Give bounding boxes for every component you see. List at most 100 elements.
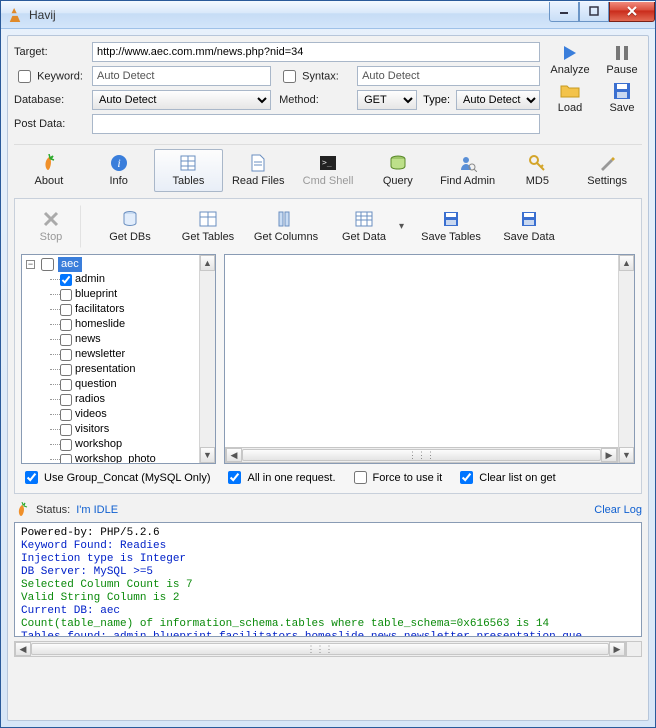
tree-item-label: admin: [75, 272, 105, 287]
log-line: Count(table_name) of information_schema.…: [21, 618, 635, 631]
tree-item[interactable]: visitors: [50, 422, 213, 437]
tree-item-checkbox[interactable]: [60, 349, 72, 361]
tab-cmdshell[interactable]: >_Cmd Shell: [293, 149, 363, 192]
getcolumns-button[interactable]: Get Columns: [247, 205, 325, 248]
folder-open-icon: [559, 80, 581, 102]
tree-item-checkbox[interactable]: [60, 304, 72, 316]
savedata-button[interactable]: Save Data: [490, 205, 568, 248]
tab-md5[interactable]: MD5: [502, 149, 572, 192]
tab-query[interactable]: Query: [363, 149, 433, 192]
tree-item-checkbox[interactable]: [60, 334, 72, 346]
tree-item[interactable]: videos: [50, 407, 213, 422]
type-select[interactable]: Auto Detect: [456, 90, 540, 110]
tab-tables[interactable]: Tables: [154, 149, 224, 192]
db-tree[interactable]: − aec adminblueprintfacilitatorshomeslid…: [22, 255, 215, 463]
gettables-button[interactable]: Get Tables: [169, 205, 247, 248]
tree-item[interactable]: homeslide: [50, 317, 213, 332]
getdata-button[interactable]: Get Data: [325, 205, 403, 248]
log-line: Valid String Column is 2: [21, 592, 635, 605]
tree-item-checkbox[interactable]: [60, 274, 72, 286]
tree-item-label: newsletter: [75, 347, 125, 362]
tree-item[interactable]: workshop: [50, 437, 213, 452]
tree-item[interactable]: newsletter: [50, 347, 213, 362]
syntax-label: Syntax:: [279, 67, 349, 86]
status-bar: Status: I'm IDLE Clear Log: [14, 502, 642, 518]
tab-readfiles[interactable]: Read Files: [223, 149, 293, 192]
tree-item-checkbox[interactable]: [60, 454, 72, 464]
force-option[interactable]: Force to use it: [350, 468, 443, 487]
tree-item-label: workshop: [75, 437, 122, 452]
postdata-label: Post Data:: [14, 118, 84, 130]
clear-log-link[interactable]: Clear Log: [594, 504, 642, 516]
table-icon: [198, 209, 218, 229]
tree-item-checkbox[interactable]: [60, 364, 72, 376]
scroll-left-icon[interactable]: ◀: [226, 448, 242, 462]
syntax-input[interactable]: [357, 66, 540, 86]
tab-info[interactable]: iInfo: [84, 149, 154, 192]
tree-item-checkbox[interactable]: [60, 439, 72, 451]
stop-button[interactable]: Stop: [21, 205, 81, 248]
keyword-input[interactable]: [92, 66, 271, 86]
scroll-up-icon[interactable]: ▲: [619, 255, 634, 271]
method-select[interactable]: GET: [357, 90, 417, 110]
db-root-checkbox[interactable]: [41, 258, 54, 271]
tab-findadmin[interactable]: Find Admin: [433, 149, 503, 192]
log-line: DB Server: MySQL >=5: [21, 566, 635, 579]
tree-item[interactable]: radios: [50, 392, 213, 407]
resize-grip[interactable]: [626, 641, 642, 657]
minimize-button[interactable]: [549, 2, 579, 22]
group-concat-option[interactable]: Use Group_Concat (MySQL Only): [21, 468, 210, 487]
target-input[interactable]: [92, 42, 540, 62]
pause-button[interactable]: Pause: [602, 42, 642, 76]
maximize-button[interactable]: [579, 2, 609, 22]
tree-item-checkbox[interactable]: [60, 424, 72, 436]
getdata-dropdown[interactable]: ▾: [399, 221, 404, 232]
tree-item[interactable]: question: [50, 377, 213, 392]
analyze-button[interactable]: Analyze: [550, 42, 590, 76]
tree-item[interactable]: blueprint: [50, 287, 213, 302]
postdata-input[interactable]: [92, 114, 540, 134]
tree-scrollbar[interactable]: ▲ ▼: [199, 255, 215, 463]
clear-list-option[interactable]: Clear list on get: [456, 468, 555, 487]
close-button[interactable]: [609, 2, 655, 22]
tab-about[interactable]: About: [14, 149, 84, 192]
log-line: Keyword Found: Readies: [21, 540, 635, 553]
scroll-down-icon[interactable]: ▼: [200, 447, 215, 463]
tree-item-label: question: [75, 377, 117, 392]
log-line: Powered-by: PHP/5.2.6: [21, 527, 635, 540]
tree-item[interactable]: presentation: [50, 362, 213, 377]
data-hscroll[interactable]: ◀ ⋮⋮⋮ ▶: [225, 447, 618, 463]
tree-item-label: homeslide: [75, 317, 125, 332]
all-in-one-option[interactable]: All in one request.: [224, 468, 335, 487]
log-hscroll[interactable]: ◀ ⋮⋮⋮ ▶: [14, 641, 642, 657]
db-root-label[interactable]: aec: [58, 257, 82, 272]
user-search-icon: [458, 153, 478, 173]
tree-item-checkbox[interactable]: [60, 289, 72, 301]
scroll-right-icon[interactable]: ▶: [601, 448, 617, 462]
scroll-right-icon[interactable]: ▶: [609, 642, 625, 656]
savetables-button[interactable]: Save Tables: [412, 205, 490, 248]
scroll-left-icon[interactable]: ◀: [15, 642, 31, 656]
tree-item[interactable]: workshop_photo: [50, 452, 213, 463]
data-scrollbar[interactable]: ▲ ▼: [618, 255, 634, 463]
stop-icon: [41, 209, 61, 229]
log-output[interactable]: Powered-by: PHP/5.2.6Keyword Found: Read…: [14, 522, 642, 637]
tree-item-checkbox[interactable]: [60, 379, 72, 391]
tree-item-checkbox[interactable]: [60, 394, 72, 406]
syntax-checkbox[interactable]: [283, 70, 296, 83]
tree-root[interactable]: − aec: [26, 257, 213, 272]
tab-settings[interactable]: Settings: [572, 149, 642, 192]
tree-item-checkbox[interactable]: [60, 319, 72, 331]
database-select[interactable]: Auto Detect: [92, 90, 271, 110]
tree-item[interactable]: news: [50, 332, 213, 347]
scroll-up-icon[interactable]: ▲: [200, 255, 215, 271]
getdbs-button[interactable]: Get DBs: [91, 205, 169, 248]
load-button[interactable]: Load: [550, 80, 590, 114]
tree-item[interactable]: admin: [50, 272, 213, 287]
tree-item-checkbox[interactable]: [60, 409, 72, 421]
save-button[interactable]: Save: [602, 80, 642, 114]
tree-item[interactable]: facilitators: [50, 302, 213, 317]
scroll-down-icon[interactable]: ▼: [619, 447, 634, 463]
keyword-checkbox[interactable]: [18, 70, 31, 83]
terminal-icon: >_: [318, 153, 338, 173]
